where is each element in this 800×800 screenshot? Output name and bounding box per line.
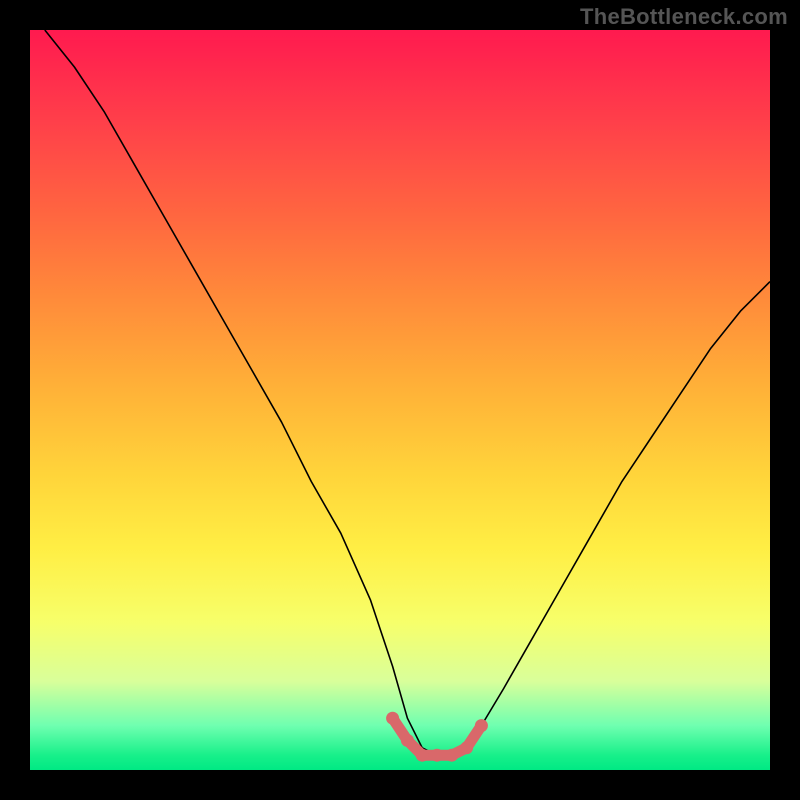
throat-dot xyxy=(431,749,444,762)
throat-dot xyxy=(475,719,488,732)
throat-dot xyxy=(386,712,399,725)
throat-dot xyxy=(460,741,473,754)
throat-dot xyxy=(445,749,458,762)
chart-svg xyxy=(30,30,770,770)
plot-area xyxy=(30,30,770,770)
chart-frame: TheBottleneck.com xyxy=(0,0,800,800)
watermark-label: TheBottleneck.com xyxy=(580,4,788,30)
throat-dot xyxy=(416,749,429,762)
bottleneck-curve xyxy=(45,30,770,755)
throat-dot xyxy=(401,734,414,747)
